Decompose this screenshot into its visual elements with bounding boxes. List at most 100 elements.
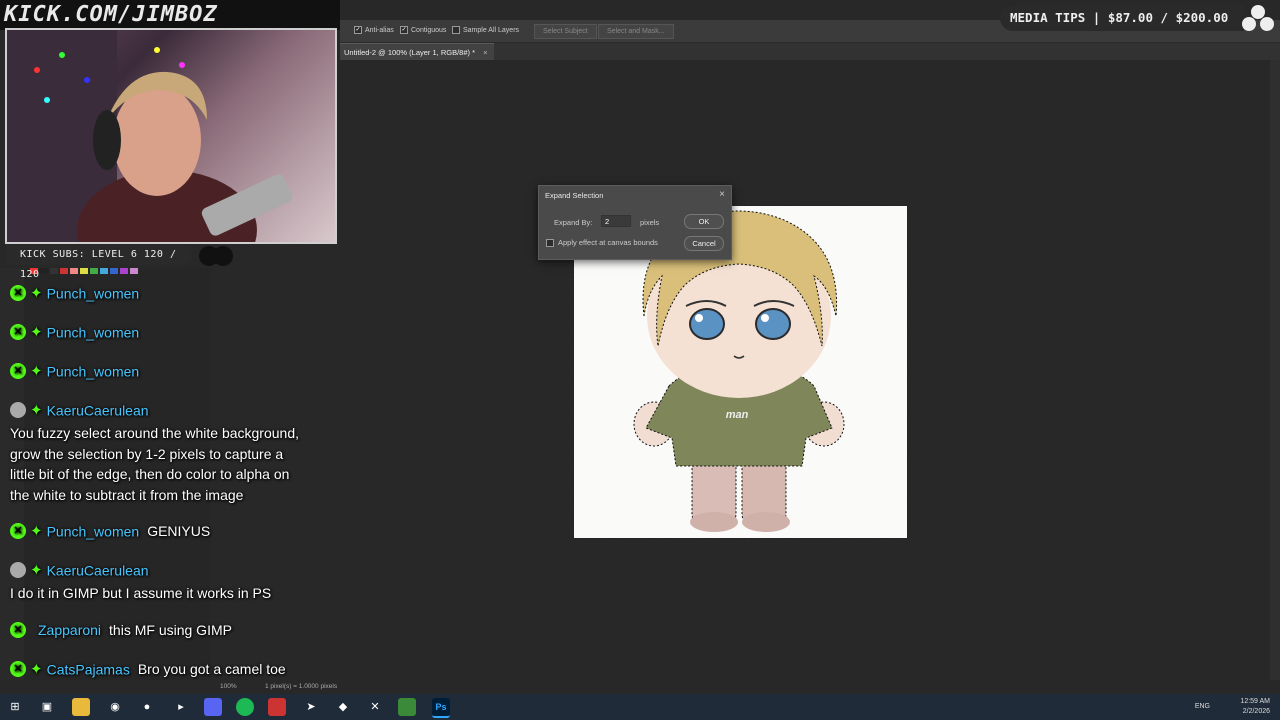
expand-selection-dialog: Expand Selection × Expand By: 2 pixels A… <box>538 185 732 260</box>
swatch[interactable] <box>80 268 88 274</box>
chat-username[interactable]: Punch_women <box>47 523 140 539</box>
telegram-icon[interactable]: ➤ <box>302 698 320 716</box>
document-tab-bar: Untitled-2 @ 100% (Layer 1, RGB/8#) * × <box>340 43 1280 61</box>
avatar <box>10 402 26 419</box>
kick-badge-icon: ✕ <box>10 661 26 678</box>
star-badge-icon: ✦ <box>30 285 43 303</box>
apply-bounds-label: Apply effect at canvas bounds <box>558 238 658 247</box>
zoom-readout[interactable]: 100% <box>220 683 237 690</box>
star-badge-icon: ✦ <box>30 363 43 381</box>
select-and-mask-button[interactable]: Select and Mask... <box>598 24 674 39</box>
star-badge-icon: ✦ <box>30 562 43 580</box>
swatch[interactable] <box>40 268 48 274</box>
dialog-close-icon[interactable]: × <box>719 189 725 200</box>
doc-info: 1 pixel(s) = 1.0000 pixels <box>265 683 338 690</box>
file-explorer-icon[interactable] <box>72 698 90 716</box>
chat-message: ✕ ✦ Punch_women <box>10 362 139 380</box>
chat-text: this MF using GIMP <box>109 622 232 639</box>
right-panel-scroll[interactable] <box>1270 60 1280 680</box>
kick-badge-icon: ✕ <box>10 523 26 540</box>
chat-username[interactable]: Punch_women <box>47 363 140 379</box>
unit-label: pixels <box>640 218 660 227</box>
chat-message: ✕ Zapparoni this MF using GIMP <box>10 621 232 639</box>
anti-alias-label: Anti-alias <box>365 26 394 34</box>
clock-time[interactable]: 12:59 AM <box>1240 697 1270 707</box>
subs-goal: KICK SUBS: LEVEL 6 120 / 120 <box>6 245 192 280</box>
spotify-icon[interactable] <box>236 698 254 716</box>
webcam-image <box>7 30 293 242</box>
ok-button[interactable]: OK <box>684 214 724 229</box>
contiguous-option[interactable]: ✓ Contiguous <box>400 26 446 34</box>
star-badge-icon: ✦ <box>30 523 43 541</box>
chat-message: ✕ ✦ Punch_women GENIYUS <box>10 522 210 540</box>
chat-message-body: I do it in GIMP but I assume it works in… <box>10 585 272 601</box>
steam-icon[interactable]: ● <box>138 698 156 716</box>
kick-badge-icon: ✕ <box>10 324 26 341</box>
anti-alias-checkbox[interactable]: ✓ <box>354 26 362 34</box>
contiguous-checkbox[interactable]: ✓ <box>400 26 408 34</box>
dialog-title: Expand Selection <box>545 191 604 200</box>
photoshop-icon[interactable]: Ps <box>432 698 450 718</box>
kick-badge-icon: ✕ <box>10 285 26 302</box>
app-icon[interactable] <box>268 698 286 716</box>
swatch[interactable] <box>70 268 78 274</box>
apply-bounds-option[interactable]: Apply effect at canvas bounds <box>546 238 658 247</box>
media-tips-goal: MEDIA TIPS | $87.00 / $200.00 <box>1000 5 1244 31</box>
chat-username[interactable]: KaeruCaerulean <box>47 402 149 418</box>
chat-message: ✦ KaeruCaerulean <box>10 401 149 419</box>
star-badge-icon: ✦ <box>30 402 43 420</box>
kick-logo-icon <box>199 246 233 266</box>
clock-date[interactable]: 2/2/2026 <box>1240 707 1270 717</box>
task-view-icon[interactable]: ▣ <box>38 698 56 716</box>
document-tab[interactable]: Untitled-2 @ 100% (Layer 1, RGB/8#) * × <box>340 43 494 61</box>
capcut-icon[interactable]: ✕ <box>366 698 384 716</box>
chat-username[interactable]: CatsPajamas <box>47 661 130 677</box>
chat-message: ✕ ✦ CatsPajamas Bro you got a camel toe <box>10 660 286 678</box>
webcam-feed <box>5 28 337 244</box>
chat-username[interactable]: Punch_women <box>47 324 140 340</box>
expand-by-input[interactable]: 2 <box>601 215 631 227</box>
sample-all-layers-checkbox[interactable] <box>452 26 460 34</box>
apply-bounds-checkbox[interactable] <box>546 238 554 247</box>
sample-all-layers-label: Sample All Layers <box>463 26 520 34</box>
chrome-icon[interactable]: ◉ <box>106 698 124 716</box>
swatch[interactable] <box>60 268 68 274</box>
swatch[interactable] <box>120 268 128 274</box>
chat-message-body: You fuzzy select around the white backgr… <box>10 423 299 505</box>
language-indicator[interactable]: ENG <box>1195 702 1210 712</box>
system-tray: ENG 12:59 AM 2/2/2026 <box>1195 697 1270 717</box>
kick-badge-icon: ✕ <box>10 363 26 380</box>
chat-message: ✕ ✦ Punch_women <box>10 284 139 302</box>
terminal-icon[interactable]: ▸ <box>172 698 190 716</box>
cancel-button[interactable]: Cancel <box>684 236 724 251</box>
swatch[interactable] <box>110 268 118 274</box>
chat-username[interactable]: KaeruCaerulean <box>47 562 149 578</box>
app-icon[interactable]: ◆ <box>334 698 352 716</box>
kick-badge-icon: ✕ <box>10 622 26 639</box>
chat-line: the white to subtract it from the image <box>10 486 244 503</box>
taskbar: ⊞ ▣ ◉ ● ▸ ➤ ◆ ✕ Ps ENG 12:59 AM 2/2/2026 <box>0 694 1280 720</box>
minecraft-icon[interactable] <box>398 698 416 716</box>
overlay-logo-icon <box>1242 5 1274 31</box>
discord-icon[interactable] <box>204 698 222 716</box>
expand-by-label: Expand By: <box>554 218 593 227</box>
chat-line: little bit of the edge, then do color to… <box>10 466 290 482</box>
chat-username[interactable]: Zapparoni <box>38 622 101 638</box>
chat-text: Bro you got a camel toe <box>137 661 286 678</box>
chat-username[interactable]: Punch_women <box>47 285 140 301</box>
select-subject-button[interactable]: Select Subject <box>534 24 597 39</box>
star-badge-icon: ✦ <box>30 661 43 679</box>
swatch[interactable] <box>90 268 98 274</box>
swatch[interactable] <box>130 268 138 274</box>
close-tab-icon[interactable]: × <box>483 48 487 57</box>
anti-alias-option[interactable]: ✓ Anti-alias <box>354 26 394 34</box>
chat-line: You fuzzy select around the white backgr… <box>10 425 300 441</box>
swatch[interactable] <box>100 268 108 274</box>
document-tab-title: Untitled-2 @ 100% (Layer 1, RGB/8#) * <box>344 48 476 57</box>
sample-all-layers-option[interactable]: Sample All Layers <box>452 26 519 34</box>
shirt-text: man <box>726 409 749 421</box>
start-icon[interactable]: ⊞ <box>6 698 24 716</box>
star-badge-icon: ✦ <box>30 324 43 342</box>
swatch[interactable] <box>50 268 58 274</box>
contiguous-label: Contiguous <box>411 26 447 34</box>
